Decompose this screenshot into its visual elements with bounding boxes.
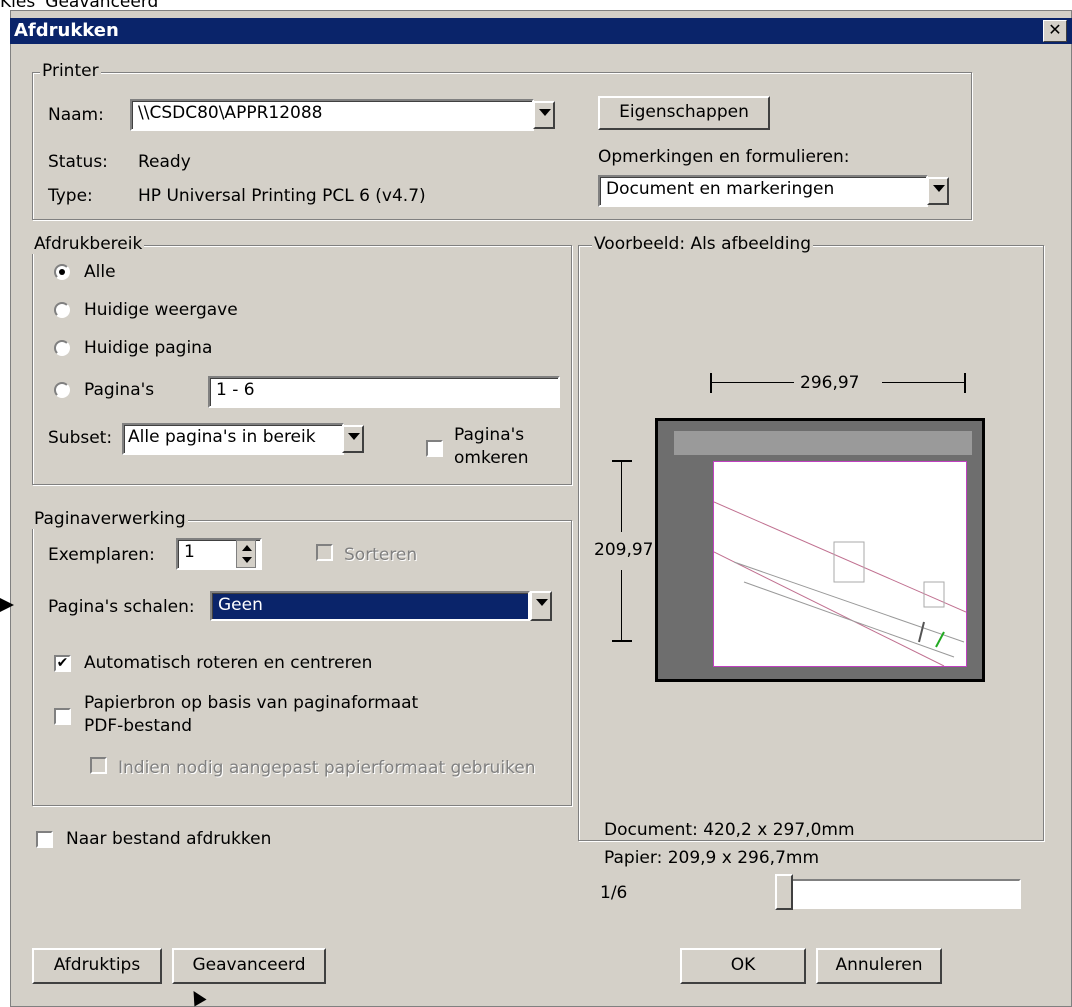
- preview-page: [713, 461, 967, 667]
- paper-source-label-1: Papierbron op basis van paginaformaat: [84, 693, 419, 713]
- preview-thumbnail: [655, 418, 985, 682]
- range-all-radio[interactable]: [54, 264, 70, 280]
- type-value: HP Universal Printing PCL 6 (v4.7): [138, 186, 426, 206]
- subset-select[interactable]: Alle pagina's in bereik: [122, 423, 344, 455]
- auto-rotate-checkbox[interactable]: ✔: [54, 655, 71, 672]
- reverse-pages-label-2: omkeren: [454, 448, 529, 468]
- auto-rotate-label: Automatisch roteren en centreren: [84, 653, 373, 673]
- paper-size-info: Papier: 209,9 x 296,7mm: [604, 848, 820, 868]
- print-tips-button[interactable]: Afdruktips: [32, 948, 162, 984]
- spin-up-icon[interactable]: [242, 545, 252, 551]
- ok-button[interactable]: OK: [680, 948, 806, 984]
- custom-paper-checkbox[interactable]: [90, 757, 107, 774]
- scale-label: Pagina's schalen:: [48, 597, 195, 617]
- spin-down-icon[interactable]: [242, 557, 252, 563]
- copies-label: Exemplaren:: [48, 545, 155, 565]
- chevron-down-icon[interactable]: [533, 101, 555, 129]
- range-current-page-radio[interactable]: [54, 340, 70, 356]
- width-dim-line-right: [882, 382, 964, 383]
- paper-source-label-2: PDF-bestand: [84, 716, 193, 736]
- page-counter: 1/6: [600, 883, 628, 903]
- custom-paper-label: Indien nodig aangepast papierformaat geb…: [118, 758, 536, 778]
- chevron-down-icon[interactable]: [342, 425, 364, 453]
- preview-header-strip: [674, 431, 972, 455]
- width-dim-tick-left: [710, 373, 712, 393]
- preview-drawing: [714, 501, 966, 666]
- page-handling-legend: Paginaverwerking: [32, 509, 188, 529]
- properties-button[interactable]: Eigenschappen: [598, 96, 770, 130]
- range-all-label: Alle: [84, 262, 116, 282]
- reverse-pages-label-1: Pagina's: [454, 425, 525, 445]
- chevron-down-icon[interactable]: [530, 591, 552, 621]
- subset-label: Subset:: [48, 428, 113, 448]
- print-range-legend: Afdrukbereik: [32, 234, 145, 254]
- pointer-arrow-icon: [0, 598, 14, 612]
- range-pages-label: Pagina's: [84, 380, 155, 400]
- height-dim-line-bottom: [621, 570, 622, 640]
- naam-label: Naam:: [48, 105, 104, 125]
- status-value: Ready: [138, 152, 191, 172]
- status-label: Status:: [48, 152, 108, 172]
- page-slider-track[interactable]: [775, 879, 1021, 909]
- paper-source-checkbox[interactable]: [54, 708, 71, 725]
- pages-input[interactable]: 1 - 6: [208, 376, 560, 408]
- printer-legend: Printer: [40, 61, 101, 81]
- chevron-down-icon[interactable]: [927, 177, 949, 205]
- range-pages-radio[interactable]: [54, 382, 70, 398]
- print-to-file-label: Naar bestand afdrukken: [66, 829, 272, 849]
- width-dimension-label: 296,97: [800, 373, 860, 393]
- height-dimension-label: 209,97: [594, 540, 654, 560]
- reverse-pages-checkbox[interactable]: [426, 440, 443, 457]
- copies-spinner[interactable]: [236, 540, 256, 568]
- range-current-page-label: Huidige pagina: [84, 338, 213, 358]
- width-dim-tick-right: [964, 373, 966, 393]
- advanced-button[interactable]: Geavanceerd: [172, 948, 326, 984]
- range-current-view-radio[interactable]: [54, 302, 70, 318]
- type-label: Type:: [48, 186, 93, 206]
- document-size-info: Document: 420,2 x 297,0mm: [604, 820, 855, 840]
- comments-label: Opmerkingen en formulieren:: [598, 147, 850, 167]
- scale-select[interactable]: Geen: [210, 591, 530, 621]
- height-dim-tick-top: [612, 460, 632, 462]
- window-title: Afdrukken: [14, 20, 119, 41]
- range-current-view-label: Huidige weergave: [84, 300, 238, 320]
- height-dim-line-top: [621, 462, 622, 532]
- title-bar[interactable]: [10, 18, 1072, 44]
- printer-name-select[interactable]: \\CSDC80\APPR12088: [130, 99, 534, 131]
- print-to-file-checkbox[interactable]: [36, 831, 53, 848]
- height-dim-tick-bottom: [612, 640, 632, 642]
- width-dim-line-left: [712, 382, 794, 383]
- comments-select[interactable]: Document en markeringen: [598, 175, 928, 207]
- page-slider-thumb[interactable]: [775, 874, 793, 910]
- collate-label: Sorteren: [344, 545, 418, 565]
- preview-legend: Voorbeeld: Als afbeelding: [592, 234, 813, 254]
- collate-checkbox[interactable]: [316, 544, 333, 561]
- close-button[interactable]: ✕: [1043, 20, 1067, 42]
- cancel-button[interactable]: Annuleren: [816, 948, 942, 984]
